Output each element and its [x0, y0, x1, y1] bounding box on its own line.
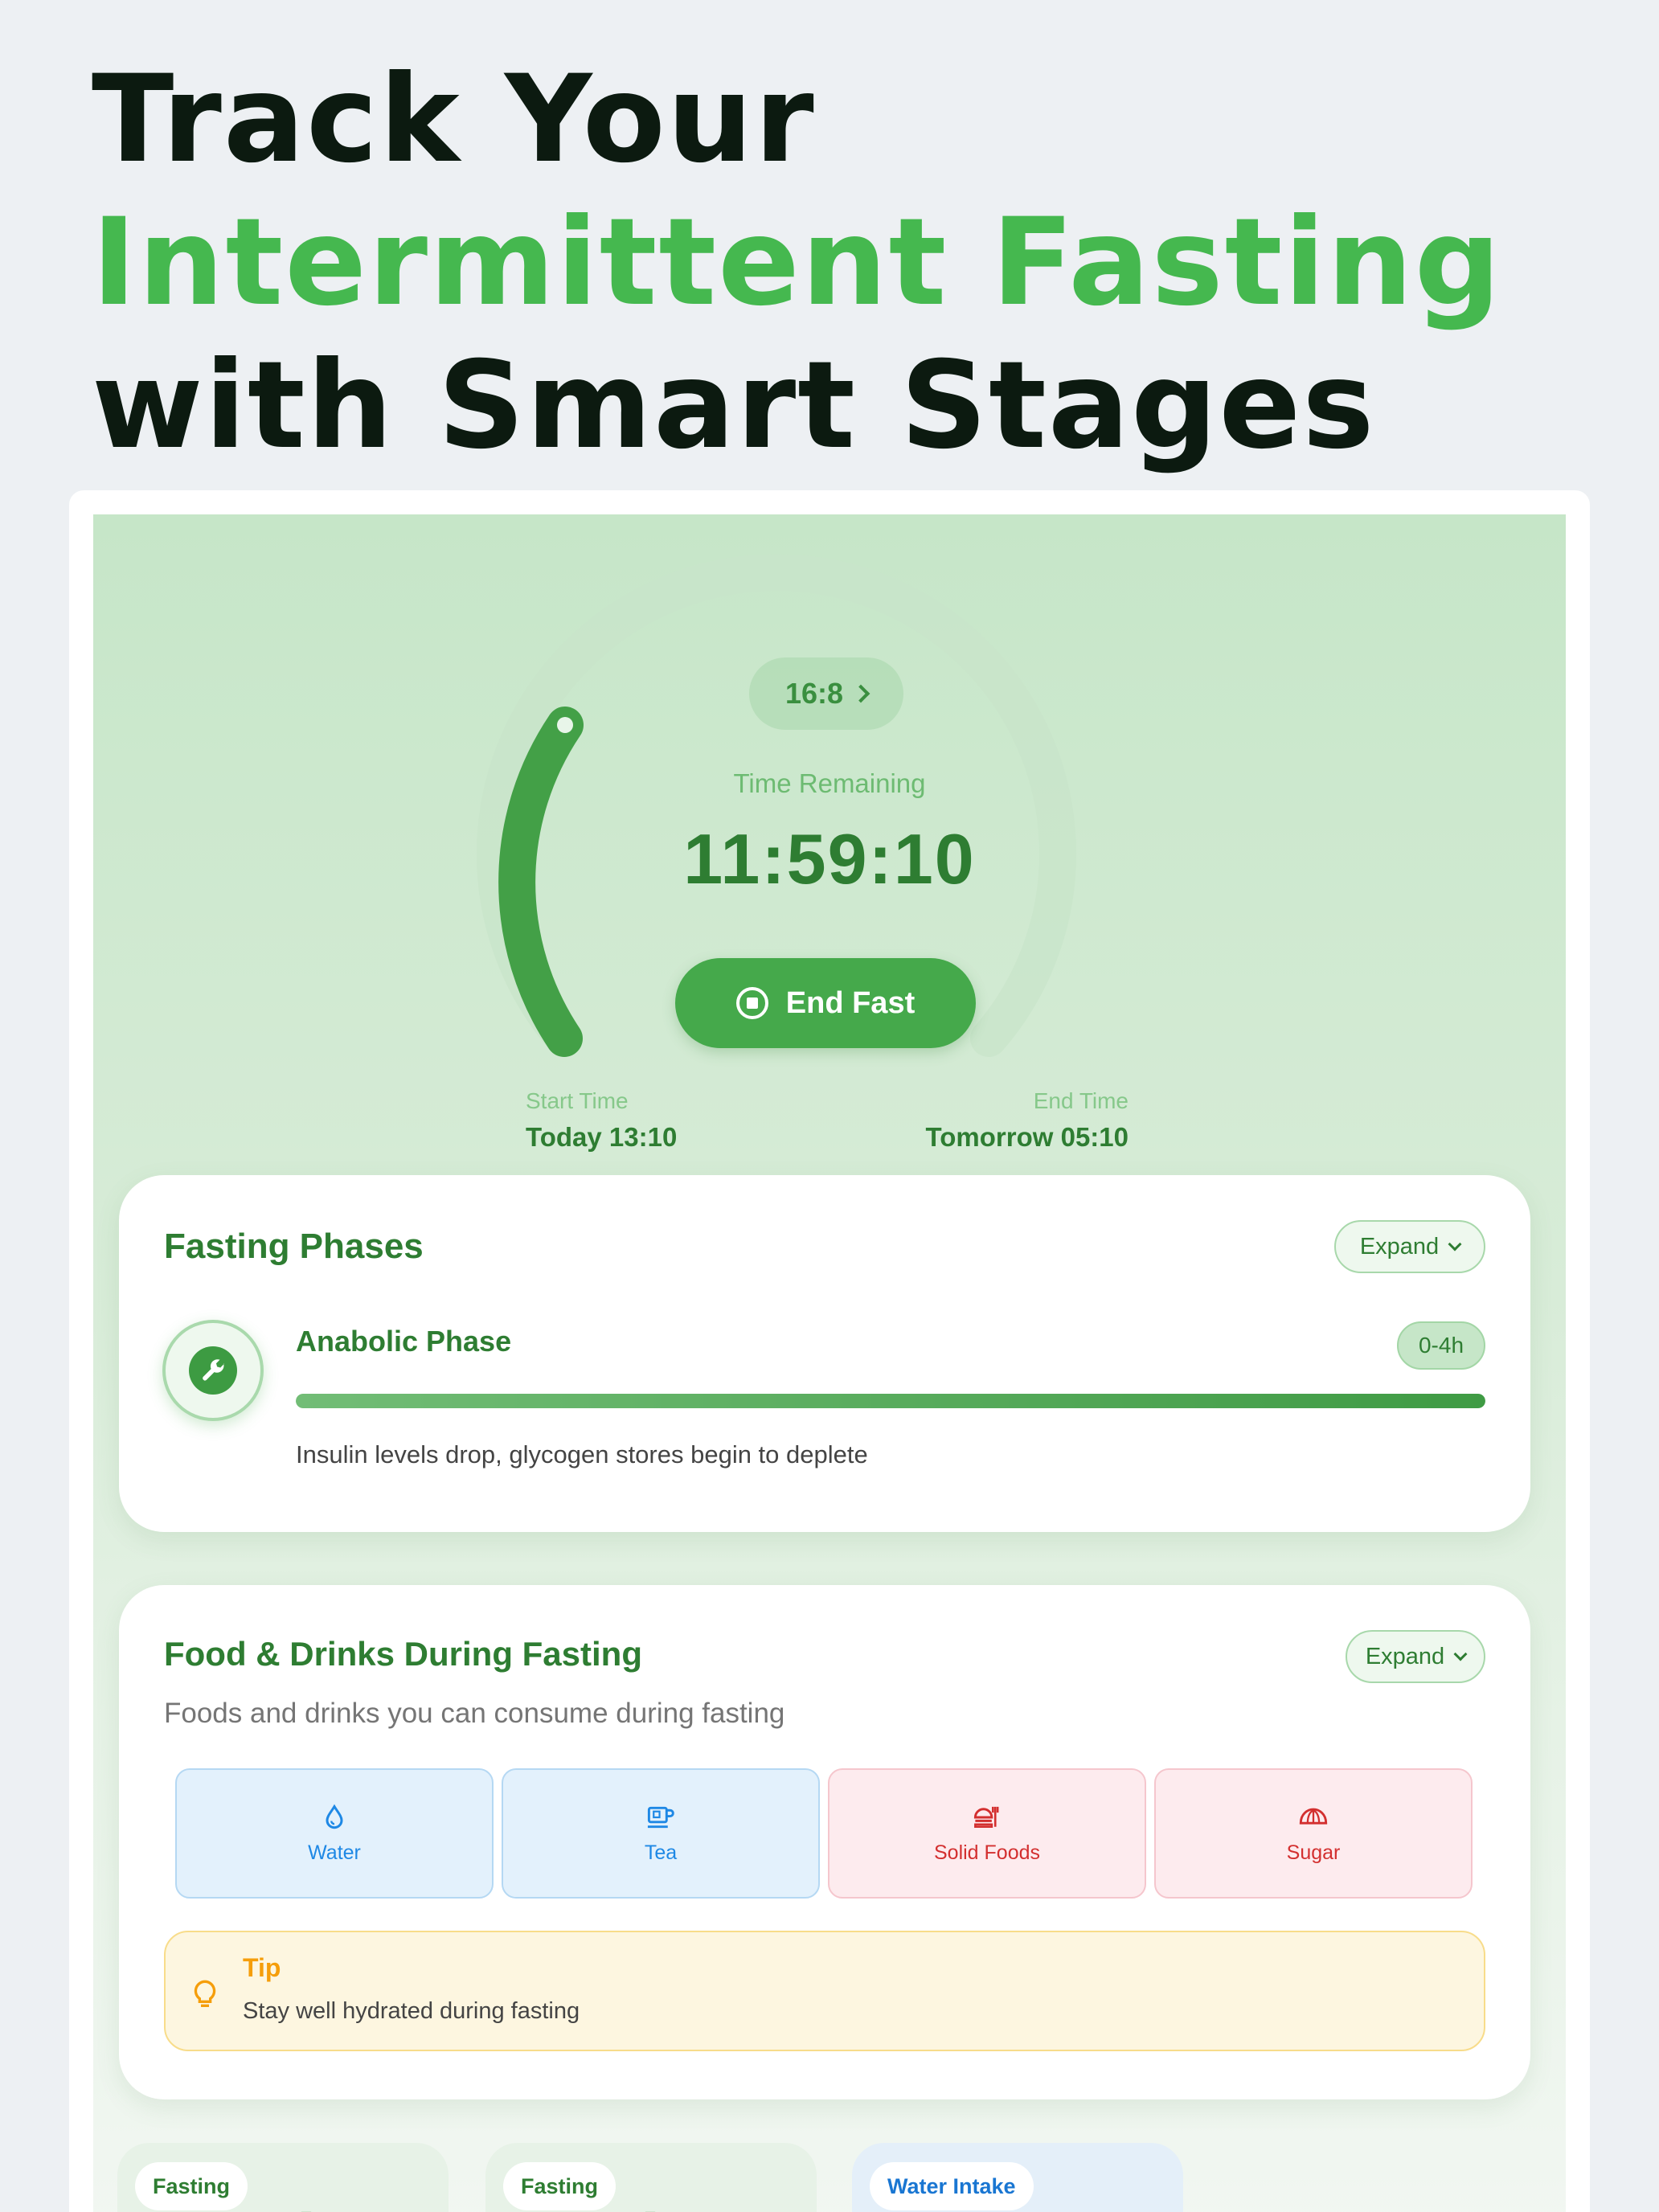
stopwatch-icon — [645, 2211, 656, 2212]
food-item-label: Sugar — [1286, 1841, 1341, 1864]
phases-expand-button[interactable]: Expand — [1334, 1220, 1485, 1273]
end-fast-label: End Fast — [785, 985, 916, 1020]
phase-description: Insulin levels drop, glycogen stores beg… — [296, 1440, 868, 1469]
food-drinks-card: Food & Drinks During Fasting Expand Food… — [119, 1585, 1530, 2099]
time-remaining-value: 11:59:10 — [683, 819, 976, 899]
end-time-label: End Time — [1033, 1088, 1129, 1113]
food-item-water[interactable]: Water — [175, 1768, 494, 1899]
water-drop-icon — [326, 1804, 343, 1829]
stat-card-fasting-2[interactable]: Fasting — [485, 2143, 817, 2212]
end-time-value: Tomorrow 05:10 — [925, 1122, 1129, 1152]
food-item-label: Water — [308, 1841, 361, 1864]
food-drinks-title: Food & Drinks During Fasting — [164, 1635, 642, 1673]
food-item-label: Tea — [644, 1841, 678, 1864]
food-item-label: Solid Foods — [933, 1841, 1041, 1864]
plan-label: 16:8 — [784, 677, 844, 710]
tea-cup-icon — [647, 1806, 674, 1828]
phase-progress-bar — [296, 1394, 1485, 1408]
phase-progress-fill — [296, 1394, 1485, 1408]
headline-line-2: Intermittent Fasting — [92, 193, 1503, 333]
stat-card-fasting[interactable]: Fasting — [117, 2143, 449, 2212]
food-item-solid-foods[interactable]: Solid Foods — [828, 1768, 1146, 1899]
phase-icon-badge — [162, 1320, 264, 1421]
croissant-icon — [1299, 1808, 1328, 1825]
fasting-plan-selector[interactable]: 16:8 — [749, 657, 903, 730]
app-screen: 16:8 Time Remaining 11:59:10 End Fast St… — [93, 514, 1566, 2212]
ring-knob — [557, 717, 573, 733]
food-icon — [973, 1806, 999, 1828]
fasting-phases-card: Fasting Phases Expand Anabolic Phase 0-4… — [119, 1175, 1530, 1532]
tip-text: Stay well hydrated during fasting — [243, 1998, 580, 2024]
chevron-down-icon — [1448, 1237, 1462, 1251]
end-fast-button[interactable]: End Fast — [675, 958, 976, 1048]
start-time-value: Today 13:10 — [526, 1122, 678, 1152]
headline-line-1: Track Your — [92, 50, 816, 190]
fasting-phases-title: Fasting Phases — [164, 1227, 424, 1266]
food-expand-button[interactable]: Expand — [1346, 1630, 1485, 1683]
stat-label: Water Intake — [870, 2162, 1034, 2210]
chevron-right-icon — [851, 684, 870, 703]
start-time-label: Start Time — [526, 1088, 629, 1113]
phase-name: Anabolic Phase — [296, 1325, 512, 1358]
tip-box: Tip Stay well hydrated during fasting — [164, 1931, 1485, 2051]
expand-label: Expand — [1359, 1233, 1440, 1260]
stat-label: Fasting — [503, 2162, 616, 2210]
headline: Track Your Intermittent Fasting with Sma… — [92, 48, 1502, 477]
food-drinks-subtitle: Foods and drinks you can consume during … — [164, 1698, 785, 1729]
chevron-down-icon — [1453, 1647, 1468, 1661]
stat-label: Fasting — [135, 2162, 248, 2210]
headline-line-3: with Smart Stages — [92, 336, 1376, 476]
time-remaining-label: Time Remaining — [733, 768, 926, 798]
food-item-sugar[interactable]: Sugar — [1154, 1768, 1473, 1899]
expand-label: Expand — [1365, 1643, 1445, 1669]
stop-icon — [735, 987, 768, 1019]
phase-range-badge: 0-4h — [1397, 1321, 1485, 1370]
tip-title: Tip — [243, 1953, 281, 1982]
stopwatch-icon — [301, 2211, 312, 2212]
food-item-tea[interactable]: Tea — [502, 1768, 820, 1899]
stat-card-water-intake[interactable]: Water Intake — [852, 2143, 1183, 2212]
wrench-icon — [203, 1359, 224, 1381]
lightbulb-icon — [194, 1980, 216, 2007]
